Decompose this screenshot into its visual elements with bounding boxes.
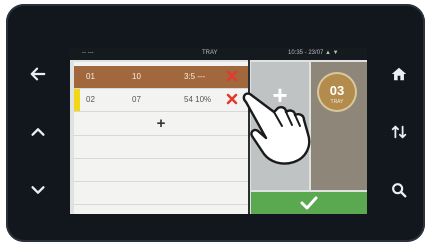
delete-icon[interactable] bbox=[226, 70, 238, 82]
list-item[interactable]: 01 10 3:5 --- bbox=[74, 66, 248, 88]
home-button[interactable] bbox=[385, 60, 413, 88]
program-list: 01 10 3:5 --- 02 07 54 10% + bbox=[74, 62, 248, 214]
screen-title: TRAY bbox=[202, 50, 218, 56]
row-time: 3:5 --- bbox=[184, 72, 206, 81]
divider bbox=[74, 158, 248, 159]
add-row-button[interactable]: + bbox=[74, 112, 248, 134]
divider bbox=[74, 204, 248, 205]
row-index: 02 bbox=[86, 95, 95, 104]
chevron-down-icon bbox=[31, 186, 45, 194]
back-arrow-icon bbox=[30, 67, 46, 81]
clock-status: 10:35 - 23/07 ▲ ▼ bbox=[288, 50, 339, 56]
list-item[interactable]: 02 07 54 10% bbox=[74, 89, 248, 111]
scroll-down-button[interactable] bbox=[24, 176, 52, 204]
status-left: -- --- bbox=[82, 50, 94, 56]
home-icon bbox=[391, 67, 407, 81]
checkmark-icon bbox=[300, 196, 318, 210]
divider bbox=[74, 181, 248, 182]
delete-icon[interactable] bbox=[226, 93, 238, 105]
row-time: 54 10% bbox=[184, 95, 212, 104]
divider bbox=[74, 135, 248, 136]
scroll-up-button[interactable] bbox=[24, 118, 52, 146]
search-icon bbox=[392, 183, 407, 198]
selection-marker bbox=[74, 89, 80, 111]
row-value: 10 bbox=[132, 72, 141, 81]
back-button[interactable] bbox=[24, 60, 52, 88]
swap-vertical-icon bbox=[391, 125, 407, 139]
swap-button[interactable] bbox=[385, 118, 413, 146]
row-value: 07 bbox=[132, 95, 141, 104]
status-bar: -- --- TRAY 10:35 - 23/07 ▲ ▼ bbox=[70, 48, 367, 60]
pointing-hand-icon bbox=[242, 92, 311, 165]
chevron-up-icon bbox=[31, 128, 45, 136]
row-index: 01 bbox=[86, 72, 95, 81]
confirm-button[interactable] bbox=[251, 192, 367, 214]
search-button[interactable] bbox=[385, 176, 413, 204]
